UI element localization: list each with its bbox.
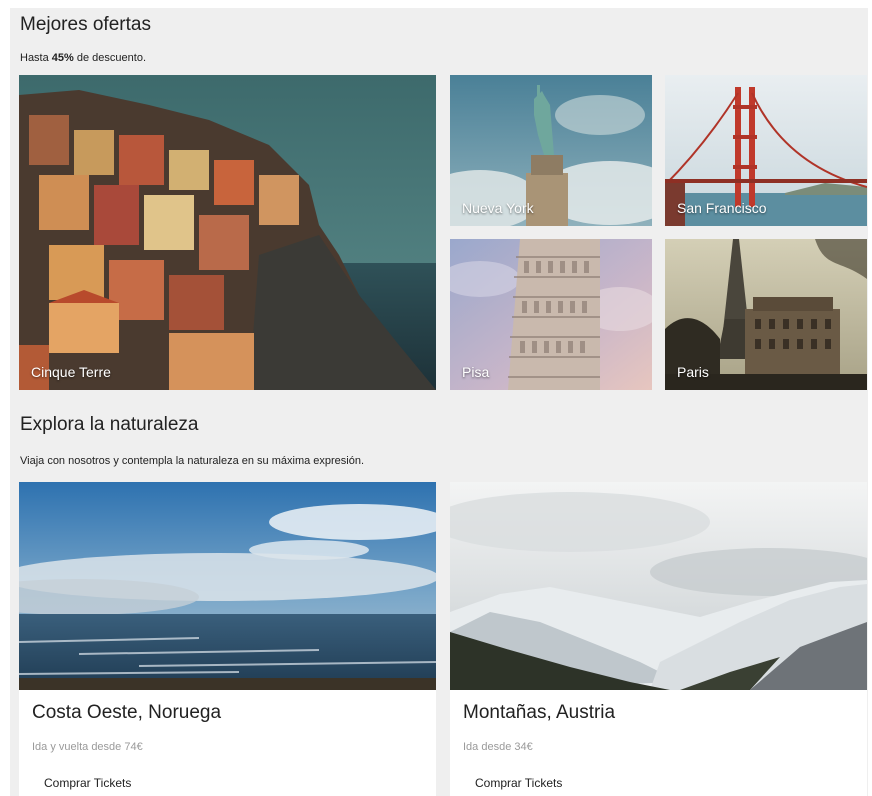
nature-card-noruega: Costa Oeste, Noruega Ida y vuelta desde … [19,482,436,796]
offer-tile-san-francisco[interactable]: San Francisco [665,75,867,226]
nature-title: Explora la naturaleza [20,414,199,435]
tile-label-paris: Paris [677,364,709,380]
tile-label-nueva-york: Nueva York [462,200,534,216]
nature-subtitle: Viaja con nosotros y contempla la natura… [20,455,365,467]
cinque-terre-image [19,75,436,390]
offers-subtitle-suffix: de descuento. [73,52,146,64]
tile-label-san-francisco: San Francisco [677,200,767,216]
buy-tickets-button-noruega[interactable]: Comprar Tickets [44,776,131,790]
offer-tile-cinque-terre[interactable]: Cinque Terre [19,75,436,390]
offer-tile-nueva-york[interactable]: Nueva York [450,75,652,226]
buy-tickets-button-austria[interactable]: Comprar Tickets [475,776,562,790]
card-price-noruega: Ida y vuelta desde 74€ [32,741,143,753]
nature-card-austria: Montañas, Austria Ida desde 34€ Comprar … [450,482,867,796]
card-title-noruega: Costa Oeste, Noruega [32,702,222,723]
tile-label-cinque-terre: Cinque Terre [31,364,111,380]
austria-image [450,482,867,690]
offers-title: Mejores ofertas [20,14,151,35]
offers-subtitle-prefix: Hasta [20,52,52,64]
tile-label-pisa: Pisa [462,364,490,380]
offer-tile-pisa[interactable]: Pisa [450,239,652,390]
noruega-image [19,482,436,690]
offers-subtitle: Hasta 45% de descuento. [20,52,146,64]
offer-tile-paris[interactable]: Paris [665,239,867,390]
discount-value: 45% [51,52,74,64]
card-price-austria: Ida desde 34€ [463,741,533,753]
card-title-austria: Montañas, Austria [463,702,616,723]
page-container: Mejores ofertas Hasta 45% de descuento. [10,8,868,796]
